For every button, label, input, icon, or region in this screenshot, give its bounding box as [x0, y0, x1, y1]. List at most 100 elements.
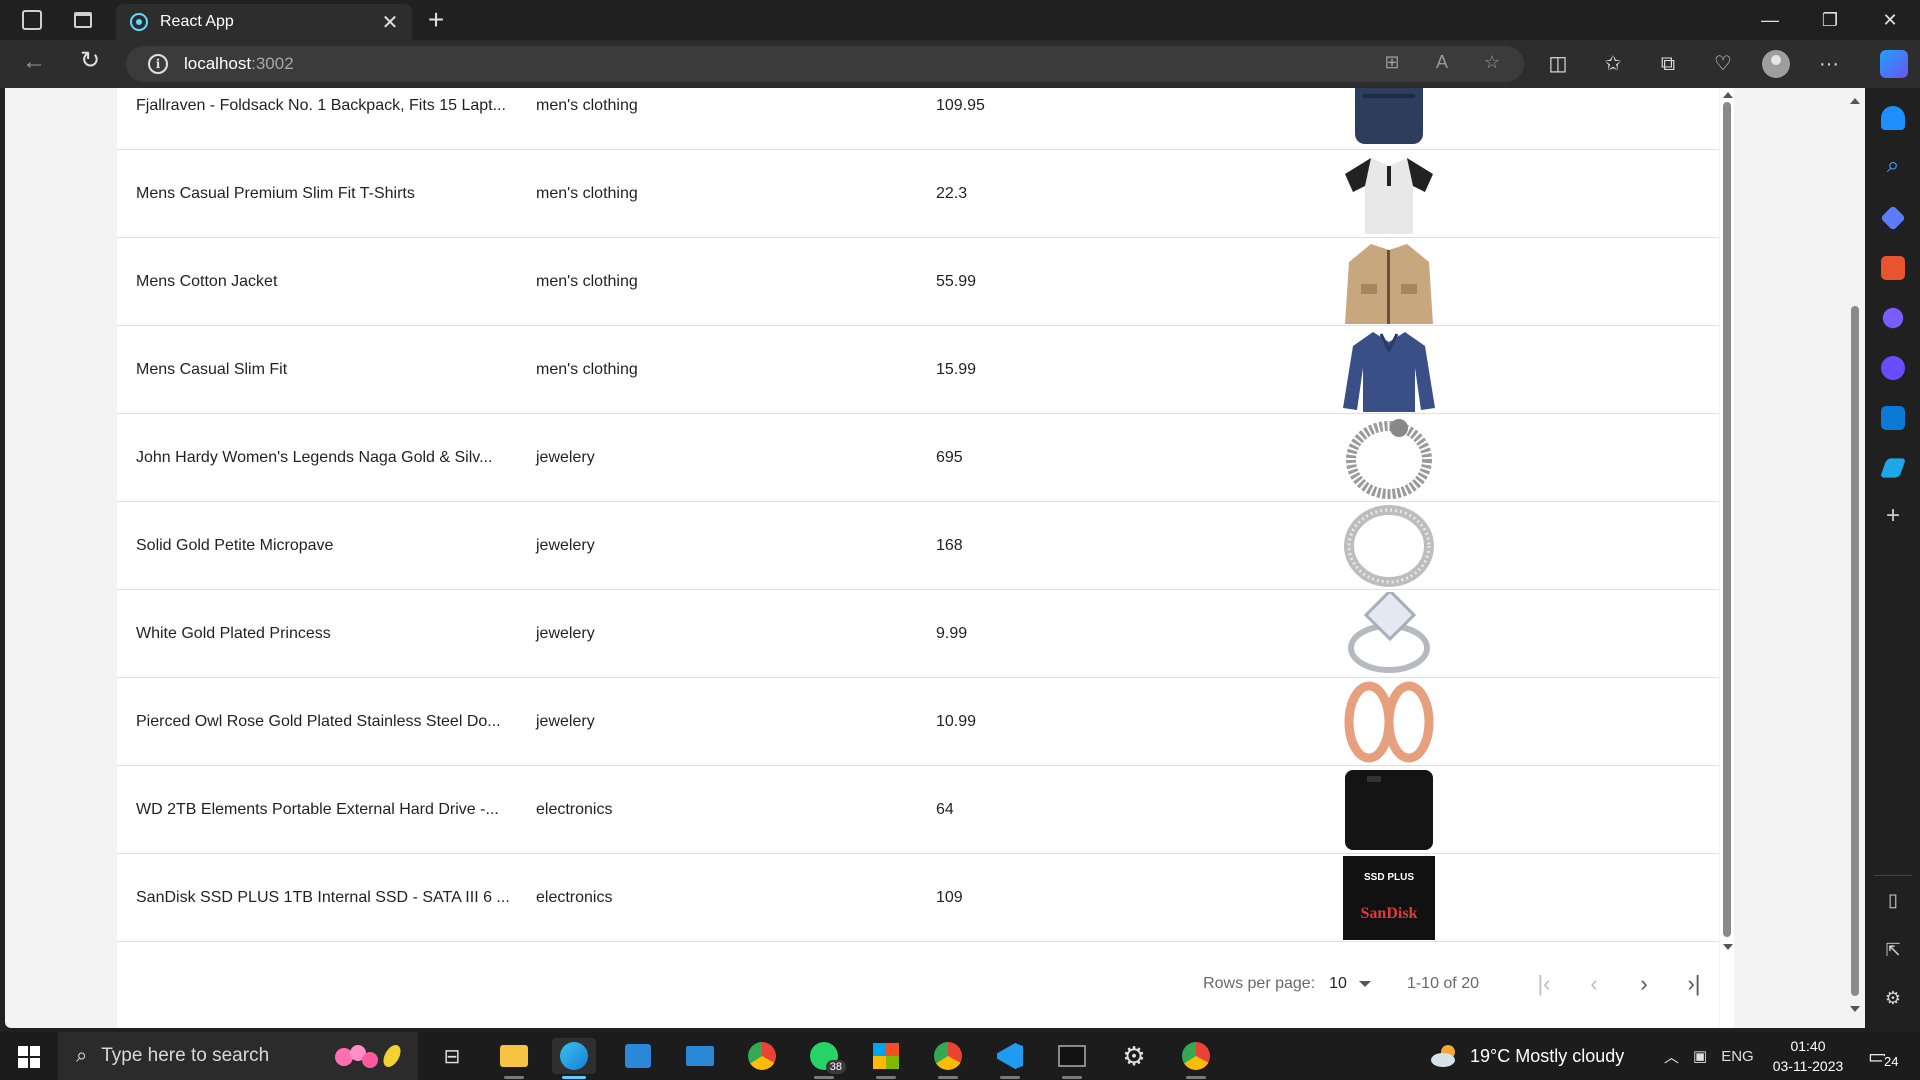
table-row[interactable]: WD 2TB Elements Portable External Hard D… — [117, 766, 1719, 854]
product-price-cell: 10.99 — [936, 712, 977, 730]
tools-icon[interactable] — [1881, 256, 1905, 280]
table-row[interactable]: White Gold Plated Princess jewelery 9.99 — [117, 590, 1719, 678]
app-available-icon[interactable]: ⊞ — [1378, 52, 1406, 76]
product-title-cell: Mens Cotton Jacket — [136, 272, 278, 290]
table-row[interactable]: SanDisk SSD PLUS 1TB Internal SSD - SATA… — [117, 854, 1719, 942]
file-explorer-icon[interactable] — [492, 1038, 536, 1079]
windows-start-icon[interactable] — [18, 1046, 40, 1068]
taskbar-search-box[interactable]: ⌕ Type here to search — [58, 1032, 418, 1080]
page-scrollbar[interactable] — [1848, 88, 1862, 1028]
weather-widget[interactable]: 19°C Mostly cloudy — [1430, 1032, 1624, 1080]
scroll-up-arrow[interactable] — [1723, 92, 1733, 98]
last-page-button[interactable]: ›| — [1669, 964, 1719, 1004]
table-row[interactable]: Solid Gold Petite Micropave jewelery 168 — [117, 502, 1719, 590]
profile-avatar[interactable] — [1762, 50, 1790, 78]
terminal-icon[interactable] — [1050, 1038, 1094, 1079]
chrome-second-icon[interactable] — [1174, 1038, 1218, 1079]
clock-date: 03-11-2023 — [1772, 1058, 1844, 1074]
collections-icon[interactable]: ⧉ — [1652, 50, 1684, 78]
minimize-button[interactable]: — — [1740, 0, 1800, 40]
copilot-icon[interactable] — [1880, 50, 1908, 78]
product-title-cell: Fjallraven - Foldsack No. 1 Backpack, Fi… — [136, 96, 506, 114]
workspaces-icon[interactable] — [22, 10, 42, 30]
table-scroll-thumb[interactable] — [1723, 102, 1731, 937]
browser-essentials-icon[interactable]: ♡ — [1707, 50, 1739, 78]
next-page-button[interactable]: › — [1619, 964, 1669, 1004]
mail-icon[interactable] — [678, 1038, 722, 1074]
browser-tab[interactable]: React App ✕ — [116, 4, 412, 40]
table-row[interactable]: Mens Casual Premium Slim Fit T-Shirts men… — [117, 150, 1719, 238]
search-placeholder: Type here to search — [101, 1045, 270, 1066]
product-price-cell: 9.99 — [936, 624, 968, 642]
search-highlight-flowers-icon — [335, 1045, 401, 1068]
network-icon[interactable]: ▣ — [1693, 1047, 1707, 1065]
system-clock[interactable]: 01:40 03-11-2023 — [1766, 1036, 1850, 1076]
settings-icon[interactable]: ⚙ — [1112, 1038, 1156, 1074]
chrome-profile-icon[interactable] — [926, 1038, 970, 1079]
rows-per-page-value: 10 — [1329, 975, 1347, 992]
new-tab-button[interactable]: + — [424, 6, 448, 34]
notification-count: 24 — [1882, 1054, 1901, 1069]
site-info-icon[interactable]: i — [148, 54, 168, 74]
product-category-cell: men's clothing — [536, 184, 638, 202]
drop-icon[interactable] — [1879, 458, 1907, 478]
product-category-cell: jewelery — [536, 624, 595, 642]
previous-page-button[interactable]: ‹ — [1569, 964, 1619, 1004]
table-row[interactable]: Mens Casual Slim Fit men's clothing 15.99 — [117, 326, 1719, 414]
product-price-cell: 64 — [936, 800, 954, 818]
chrome-icon[interactable] — [740, 1038, 784, 1074]
product-category-cell: men's clothing — [536, 360, 638, 378]
notification-center-button[interactable]: ▭ 24 — [1868, 1044, 1902, 1070]
back-button[interactable]: ← — [14, 48, 54, 76]
search-sidebar-icon[interactable]: ⌕ — [1881, 152, 1905, 178]
refresh-button[interactable]: ↻ — [70, 46, 110, 75]
first-page-button[interactable]: |‹ — [1519, 964, 1569, 1004]
table-row[interactable]: John Hardy Women's Legends Naga Gold & S… — [117, 414, 1719, 502]
add-sidebar-app-icon[interactable]: + — [1881, 502, 1905, 530]
microsoft365-icon[interactable] — [1881, 356, 1905, 380]
tab-actions-icon[interactable] — [74, 12, 92, 28]
language-indicator[interactable]: ENG — [1721, 1048, 1754, 1065]
notification-bell-icon[interactable] — [1881, 106, 1905, 130]
outlook-icon[interactable] — [1881, 406, 1905, 430]
product-image-bracelet — [1339, 414, 1439, 502]
microsoft-store-icon[interactable] — [616, 1038, 660, 1074]
split-screen-icon[interactable]: ◫ — [1542, 50, 1574, 78]
office-app-icon[interactable] — [864, 1038, 908, 1079]
whatsapp-icon[interactable]: 38 — [802, 1038, 846, 1079]
edge-sidebar: ⌕ + ▯ ⇱ ⚙ — [1866, 88, 1920, 1028]
partly-cloudy-icon — [1431, 1045, 1455, 1067]
table-scrollbar[interactable] — [1720, 88, 1734, 1028]
close-window-button[interactable]: ✕ — [1860, 0, 1920, 40]
task-view-icon[interactable]: ⊟ — [430, 1038, 474, 1074]
address-bar[interactable]: i localhost:3002 ⊞ A ☆ — [126, 46, 1524, 82]
show-hidden-icons-icon[interactable]: ︿ — [1664, 1046, 1679, 1067]
page-scroll-up-arrow[interactable] — [1850, 98, 1860, 104]
favorite-star-icon[interactable]: ☆ — [1478, 52, 1506, 76]
more-options-icon[interactable]: ··· — [1813, 50, 1845, 78]
url-text[interactable]: localhost:3002 — [184, 54, 294, 74]
product-title-cell: Pierced Owl Rose Gold Plated Stainless S… — [136, 712, 501, 730]
rows-per-page-select[interactable]: 10 — [1329, 975, 1371, 993]
vscode-icon[interactable] — [988, 1038, 1032, 1079]
table-row[interactable]: Pierced Owl Rose Gold Plated Stainless S… — [117, 678, 1719, 766]
product-image-hard-drive — [1339, 766, 1439, 854]
product-category-cell: jewelery — [536, 448, 595, 466]
scroll-down-arrow[interactable] — [1723, 944, 1733, 950]
games-icon[interactable] — [1882, 307, 1904, 329]
page-scroll-thumb[interactable] — [1851, 306, 1859, 996]
hide-sidebar-icon[interactable]: ▯ — [1881, 890, 1905, 911]
open-external-icon[interactable]: ⇱ — [1881, 940, 1905, 961]
restore-button[interactable]: ❐ — [1800, 0, 1860, 40]
page-scroll-down-arrow[interactable] — [1850, 1006, 1860, 1012]
product-category-cell: electronics — [536, 800, 613, 818]
svg-text:SSD PLUS: SSD PLUS — [1364, 872, 1414, 883]
shopping-tag-icon[interactable] — [1880, 205, 1906, 231]
sidebar-settings-icon[interactable]: ⚙ — [1881, 988, 1905, 1009]
table-row[interactable]: Mens Cotton Jacket men's clothing 55.99 — [117, 238, 1719, 326]
favorites-icon[interactable]: ✩ — [1597, 50, 1629, 78]
tab-close-icon[interactable]: ✕ — [380, 10, 400, 35]
edge-taskbar-icon[interactable] — [552, 1038, 596, 1079]
table-row[interactable]: Fjallraven - Foldsack No. 1 Backpack, Fi… — [117, 88, 1719, 150]
read-aloud-icon[interactable]: A — [1428, 52, 1456, 76]
